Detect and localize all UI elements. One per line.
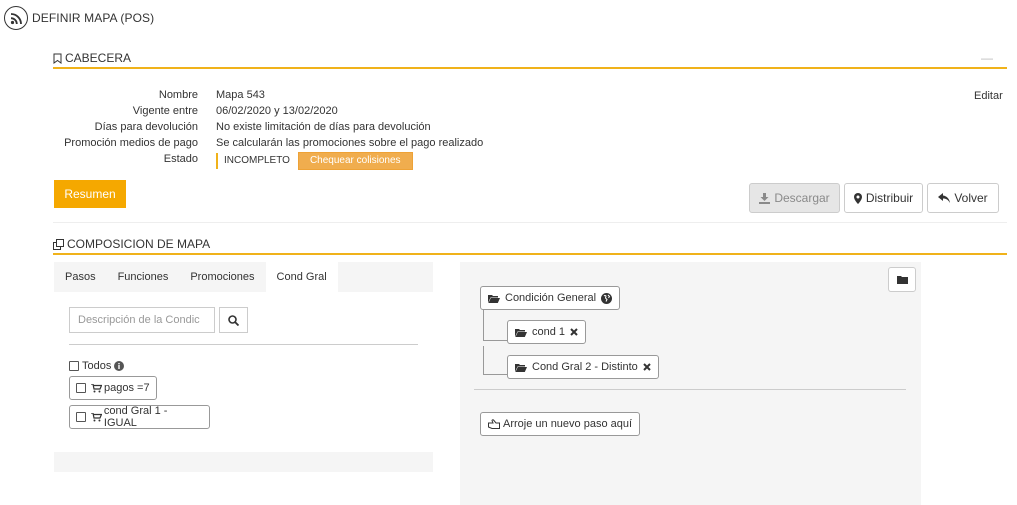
folder-button[interactable] <box>888 267 916 292</box>
tab-promociones[interactable]: Promociones <box>179 262 265 292</box>
condition-item[interactable]: cond Gral 1 - IGUAL <box>69 405 210 429</box>
drop-zone-label: Arroje un nuevo paso aquí <box>503 418 633 430</box>
folder-icon <box>896 276 908 284</box>
folder-open-icon <box>488 294 500 303</box>
resumen-button[interactable]: Resumen <box>54 180 126 208</box>
folder-open-icon <box>515 363 527 372</box>
dias-value: No existe limitación de días para devolu… <box>216 121 431 133</box>
distribuir-button[interactable]: Distribuir <box>844 183 923 213</box>
tree-panel: Condición General cond 1 Cond Gral 2 - D… <box>460 262 921 505</box>
tree-root-label: Condición General <box>505 292 597 304</box>
descargar-label: Descargar <box>774 191 830 205</box>
info-icon <box>114 361 125 371</box>
tree-child-node[interactable]: Cond Gral 2 - Distinto <box>507 355 659 379</box>
composicion-header: COMPOSICION DE MAPA <box>53 237 1007 255</box>
divider <box>53 222 1007 223</box>
tree-connector <box>483 340 507 341</box>
divider <box>69 344 418 345</box>
item-checkbox[interactable] <box>76 412 86 422</box>
vigente-label: Vigente entre <box>132 105 198 117</box>
tab-cond-gral[interactable]: Cond Gral <box>265 262 338 292</box>
map-marker-icon <box>853 192 862 204</box>
search-input[interactable]: Descripción de la Condic <box>69 307 215 333</box>
tab-bar: Pasos Funciones Promociones Cond Gral <box>54 262 433 292</box>
shopping-cart-icon <box>91 383 102 392</box>
todos-row: Todos <box>69 360 125 372</box>
clone-icon <box>53 238 64 250</box>
promo-label: Promoción medios de pago <box>64 137 198 149</box>
descargar-button[interactable]: Descargar <box>749 183 840 213</box>
dias-label: Días para devolución <box>94 121 198 133</box>
nombre-value: Mapa 543 <box>216 89 265 101</box>
condition-item[interactable]: pagos =7 <box>69 376 157 400</box>
bookmark-icon <box>53 53 62 64</box>
editar-link[interactable]: Editar <box>974 90 1003 102</box>
composicion-title: COMPOSICION DE MAPA <box>53 237 210 251</box>
item-checkbox[interactable] <box>76 383 86 393</box>
remove-icon[interactable] <box>643 363 651 371</box>
remove-icon[interactable] <box>570 328 578 336</box>
tree-connector <box>483 310 484 340</box>
drop-zone-button[interactable]: Arroje un nuevo paso aquí <box>480 412 641 436</box>
distribuir-label: Distribuir <box>865 191 914 205</box>
tab-pasos[interactable]: Pasos <box>54 262 107 292</box>
promo-value: Se calcularán las promociones sobre el p… <box>216 137 484 149</box>
tree-root-node[interactable]: Condición General <box>480 286 621 310</box>
nombre-label: Nombre <box>158 89 198 101</box>
condition-item-label: pagos =7 <box>104 382 150 394</box>
tree-child-label: Cond Gral 2 - Distinto <box>532 361 638 373</box>
cabecera-header: CABECERA — <box>53 51 1007 69</box>
rss-icon <box>4 6 28 30</box>
estado-row: INCOMPLETO Chequear colisiones <box>216 152 483 170</box>
tab-content: Descripción de la Condic Todos pagos =7 … <box>54 292 433 452</box>
volver-label: Volver <box>954 191 988 205</box>
chequear-colisiones-button[interactable]: Chequear colisiones <box>297 152 413 170</box>
tree-connector <box>483 346 484 374</box>
download-icon <box>759 192 771 204</box>
todos-checkbox[interactable] <box>69 361 79 371</box>
conditions-panel: Pasos Funciones Promociones Cond Gral De… <box>54 262 433 472</box>
reply-icon <box>938 193 951 203</box>
info-labels: Nombre Vigente entre Días para devolució… <box>40 87 198 167</box>
todos-label: Todos <box>82 360 112 372</box>
estado-indicator <box>216 153 218 169</box>
cabecera-title: CABECERA <box>53 51 131 65</box>
tree-child-label: cond 1 <box>532 326 566 338</box>
tab-funciones[interactable]: Funciones <box>107 262 180 292</box>
vigente-value: 06/02/2020 y 13/02/2020 <box>216 105 338 117</box>
collapse-button[interactable]: — <box>981 51 993 65</box>
tree-child-node[interactable]: cond 1 <box>507 320 587 344</box>
cabecera-title-text: CABECERA <box>65 51 132 65</box>
shopping-cart-icon <box>90 412 102 421</box>
composicion-title-text: COMPOSICION DE MAPA <box>67 237 211 251</box>
globe-icon <box>601 292 613 304</box>
info-values: Mapa 543 06/02/2020 y 13/02/2020 No exis… <box>216 87 483 170</box>
search-icon <box>228 314 239 326</box>
search-button[interactable] <box>219 307 248 333</box>
estado-value: INCOMPLETO <box>224 155 290 166</box>
tree-connector <box>483 374 507 375</box>
condition-item-label: cond Gral 1 - IGUAL <box>103 405 168 429</box>
folder-open-icon <box>515 328 527 337</box>
volver-button[interactable]: Volver <box>927 183 999 213</box>
page-title-text: DEFINIR MAPA (POS) <box>32 11 155 25</box>
page-title: DEFINIR MAPA (POS) <box>4 6 154 30</box>
divider <box>474 389 906 390</box>
hand-pointer-icon <box>488 419 500 429</box>
estado-label: Estado <box>163 153 198 165</box>
